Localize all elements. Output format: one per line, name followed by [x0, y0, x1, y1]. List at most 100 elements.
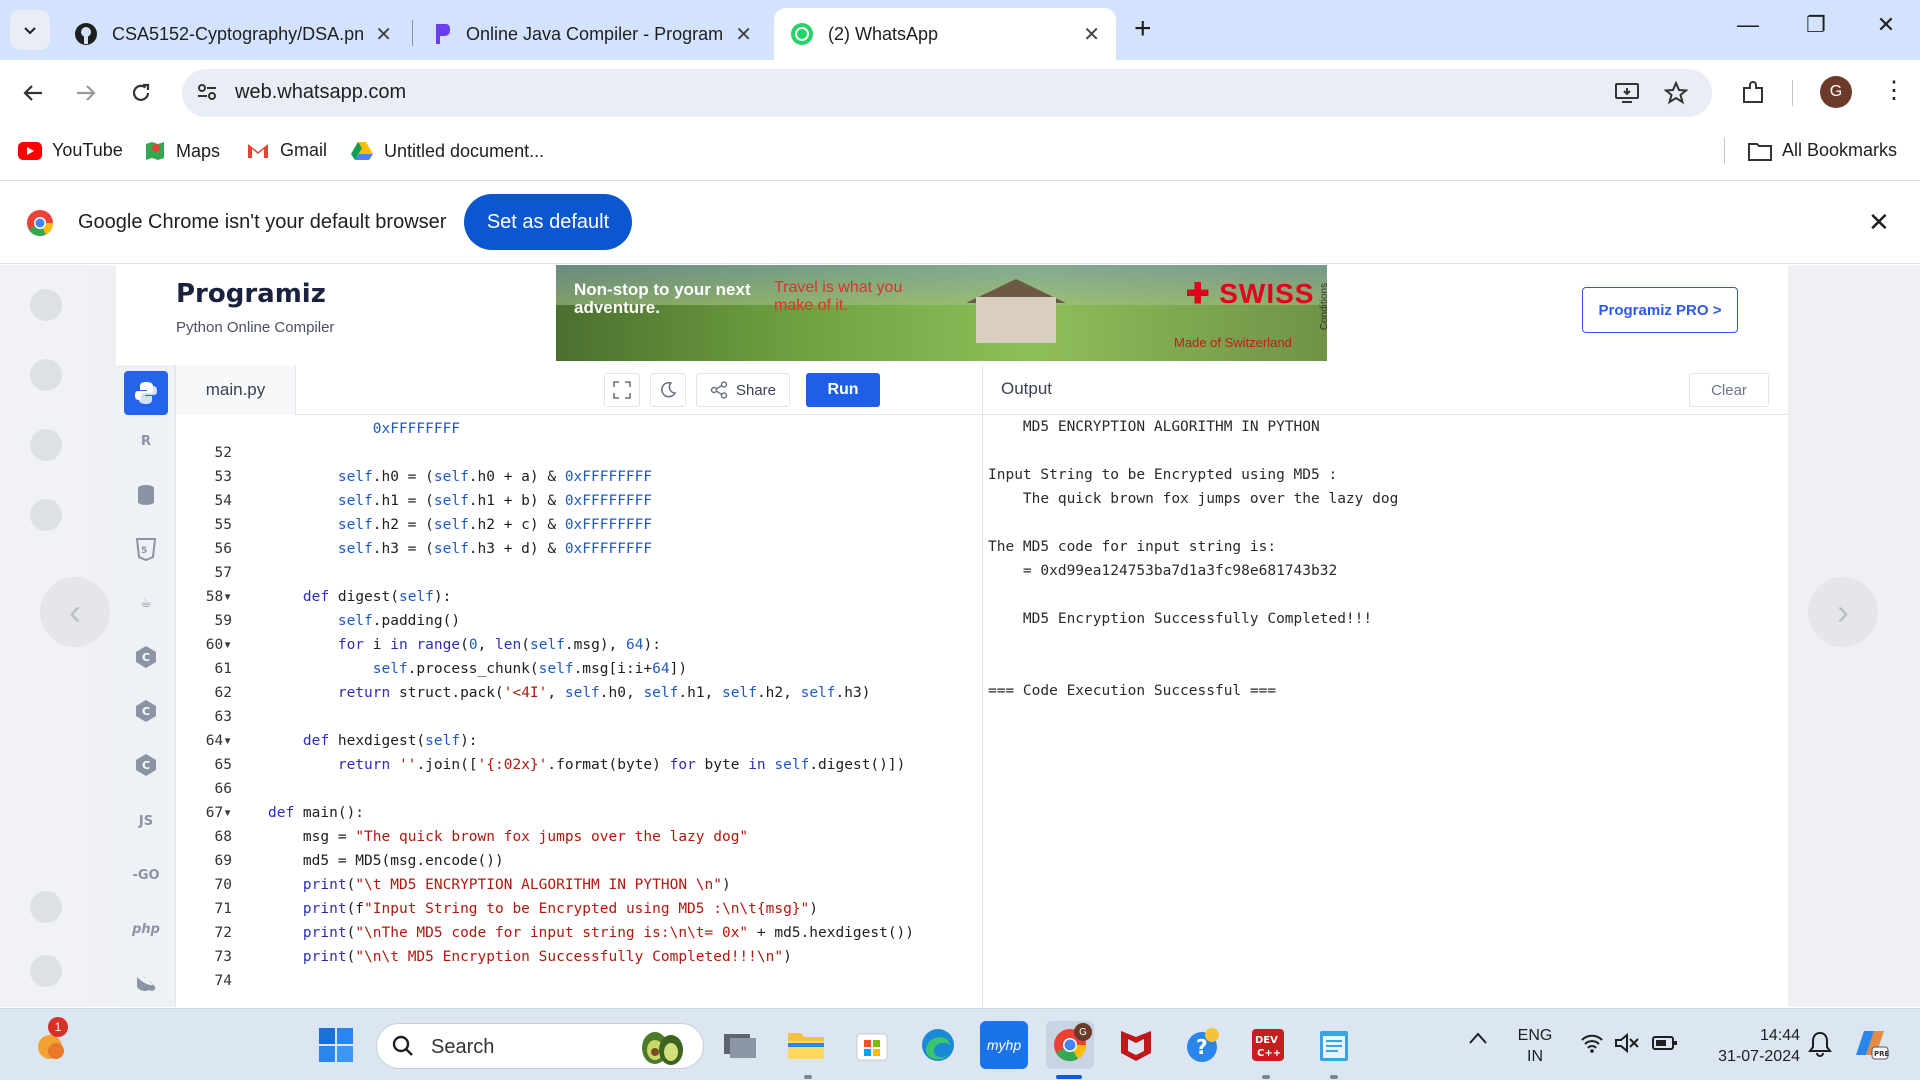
go-icon[interactable]: -GO [124, 853, 168, 897]
php-icon[interactable]: php [124, 907, 168, 951]
install-app-icon[interactable] [1614, 81, 1640, 110]
ad-conditions[interactable]: Conditions [1319, 265, 1350, 361]
code-line[interactable]: 71 print(f"Input String to be Encrypted … [176, 897, 982, 921]
code-line[interactable]: 57 [176, 561, 982, 585]
notifications-icon[interactable] [1808, 1031, 1832, 1062]
myhp-button[interactable]: myhp [980, 1021, 1028, 1069]
menu-kebab-icon[interactable]: ⋮ [1882, 76, 1906, 105]
code-line[interactable]: 60▾ for i in range(0, len(self.msg), 64)… [176, 633, 982, 657]
address-bar[interactable]: web.whatsapp.com [182, 69, 1712, 117]
close-icon[interactable]: ✕ [1083, 22, 1100, 47]
swift-icon[interactable] [124, 961, 168, 1005]
code-line[interactable]: 64▾ def hexdigest(self): [176, 729, 982, 753]
code-line[interactable]: 0xFFFFFFFF [176, 417, 982, 441]
taskbar-search[interactable]: Search [376, 1023, 704, 1069]
set-as-default-button[interactable]: Set as default [464, 194, 632, 250]
notepad-button[interactable] [1310, 1021, 1358, 1069]
code-line[interactable]: 67▾ def main(): [176, 801, 982, 825]
profile-avatar[interactable]: G [1820, 76, 1852, 108]
file-tab-main-py[interactable]: main.py [176, 365, 296, 415]
input-language[interactable]: ENG IN [1514, 1025, 1556, 1067]
back-button[interactable] [16, 76, 50, 110]
start-button[interactable] [312, 1021, 360, 1069]
sql-icon[interactable] [124, 473, 168, 517]
bookmark-star-icon[interactable] [1663, 80, 1689, 110]
chevron-right-icon[interactable]: › [1808, 577, 1878, 647]
chevron-up-icon[interactable] [1468, 1031, 1488, 1050]
tab-programiz[interactable]: Online Java Compiler - Program ✕ [416, 8, 768, 60]
code-line[interactable]: 69 md5 = MD5(msg.encode()) [176, 849, 982, 873]
minimize-icon[interactable]: — [1728, 12, 1768, 38]
restore-icon[interactable]: ❐ [1796, 12, 1836, 38]
line-number: 53 [214, 469, 232, 485]
clear-button[interactable]: Clear [1689, 373, 1769, 407]
bookmark-maps[interactable]: Maps [144, 140, 220, 162]
code-line[interactable]: 59 self.padding() [176, 609, 982, 633]
help-button[interactable]: ? [1178, 1021, 1226, 1069]
close-icon[interactable]: ✕ [375, 22, 392, 47]
chrome-button[interactable]: G [1046, 1021, 1094, 1069]
weather-widget[interactable]: 1 [26, 1017, 74, 1069]
code-line[interactable]: 56 self.h3 = (self.h3 + d) & 0xFFFFFFFF [176, 537, 982, 561]
edge-button[interactable] [914, 1021, 962, 1069]
infobar-close-icon[interactable]: ✕ [1868, 207, 1890, 238]
r-lang-icon[interactable]: R [124, 419, 168, 463]
forward-button[interactable] [69, 76, 103, 110]
copilot-icon[interactable]: PRE [1850, 1025, 1890, 1068]
run-button[interactable]: Run [806, 373, 880, 407]
volume-muted-icon[interactable] [1614, 1032, 1640, 1058]
code-line[interactable]: 52 [176, 441, 982, 465]
clock[interactable]: 14:44 31-07-2024 [1696, 1025, 1800, 1067]
tab-github[interactable]: CSA5152-Cyptography/DSA.pn ✕ [58, 8, 408, 60]
code-line[interactable]: 58▾ def digest(self): [176, 585, 982, 609]
java-icon[interactable]: ☕ [124, 581, 168, 625]
dark-mode-icon[interactable] [650, 373, 686, 407]
site-info-icon[interactable] [196, 81, 218, 108]
battery-icon[interactable] [1652, 1033, 1678, 1058]
line-number: 54 [214, 493, 232, 509]
file-explorer-button[interactable] [782, 1021, 830, 1069]
close-icon[interactable]: ✕ [735, 22, 752, 47]
programiz-pro-button[interactable]: Programiz PRO > [1582, 287, 1738, 333]
new-tab-button[interactable]: + [1134, 14, 1152, 44]
swiss-advertisement[interactable]: Non-stop to your next adventure. Travel … [556, 265, 1350, 361]
code-line[interactable]: 65 return ''.join(['{:02x}'.format(byte)… [176, 753, 982, 777]
code-editor[interactable]: 0xFFFFFFFF 52 53 self.h0 = (self.h0 + a) &… [176, 415, 982, 1007]
share-button[interactable]: Share [696, 373, 790, 407]
code-line[interactable]: 74 [176, 969, 982, 993]
code-line[interactable]: 54 self.h1 = (self.h1 + b) & 0xFFFFFFFF [176, 489, 982, 513]
wifi-icon[interactable] [1580, 1033, 1604, 1058]
csharp-icon[interactable]: C [124, 743, 168, 787]
chevron-left-icon[interactable]: ‹ [40, 577, 110, 647]
code-line[interactable]: 53 self.h0 = (self.h0 + a) & 0xFFFFFFFF [176, 465, 982, 489]
code-line[interactable]: 62 return struct.pack('<4I', self.h0, se… [176, 681, 982, 705]
html-icon[interactable]: 5 [124, 527, 168, 571]
c-lang-icon[interactable]: C [124, 635, 168, 679]
code-line[interactable]: 68 msg = "The quick brown fox jumps over… [176, 825, 982, 849]
code-line[interactable]: 66 [176, 777, 982, 801]
microsoft-store-button[interactable] [848, 1021, 896, 1069]
code-line[interactable]: 61 self.process_chunk(self.msg[i:i+64]) [176, 657, 982, 681]
mcafee-button[interactable] [1112, 1021, 1160, 1069]
tab-search-button[interactable] [10, 10, 50, 50]
devcpp-button[interactable]: DEV C++ [1244, 1021, 1292, 1069]
bookmark-youtube[interactable]: YouTube [18, 140, 123, 161]
extensions-icon[interactable] [1740, 80, 1766, 111]
bookmark-gmail[interactable]: Gmail [246, 140, 327, 161]
cpp-icon[interactable]: C [124, 689, 168, 733]
code-line[interactable]: 63 [176, 705, 982, 729]
programiz-logo[interactable]: Programiz [176, 279, 326, 309]
window-close-icon[interactable]: ✕ [1866, 12, 1906, 38]
code-line[interactable]: 73 print("\n\t MD5 Encryption Successful… [176, 945, 982, 969]
task-view-button[interactable] [716, 1021, 764, 1069]
code-line[interactable]: 55 self.h2 = (self.h2 + c) & 0xFFFFFFFF [176, 513, 982, 537]
fullscreen-icon[interactable] [604, 373, 640, 407]
tab-whatsapp[interactable]: (2) WhatsApp ✕ [774, 8, 1116, 60]
code-line[interactable]: 70 print("\t MD5 ENCRYPTION ALGORITHM IN… [176, 873, 982, 897]
all-bookmarks[interactable]: All Bookmarks [1748, 140, 1897, 161]
bookmark-untitled-document[interactable]: Untitled document... [350, 140, 544, 162]
code-line[interactable]: 72 print("\nThe MD5 code for input strin… [176, 921, 982, 945]
reload-button[interactable] [124, 76, 158, 110]
python-icon[interactable] [124, 371, 168, 415]
javascript-icon[interactable]: JS [124, 799, 168, 843]
